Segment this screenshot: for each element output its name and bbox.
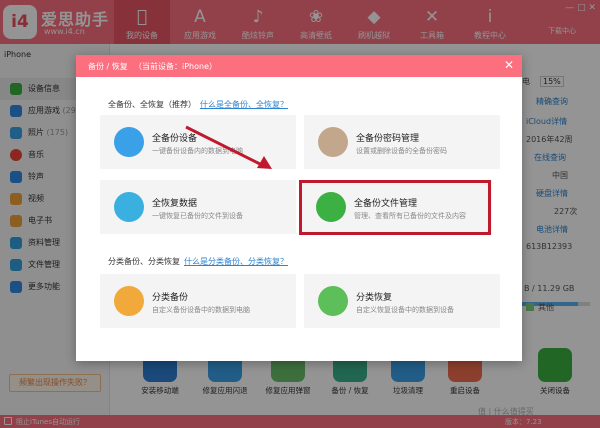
arrow-shaft [185, 125, 263, 167]
annotation-arrow [185, 125, 272, 169]
backup-restore-dialog: 备份 / 恢复 （当前设备：iPhone） ✕ 全备份、全恢复（推荐） 什么是全… [76, 55, 522, 361]
watermark: 值 | 什么值得买 [478, 407, 534, 416]
